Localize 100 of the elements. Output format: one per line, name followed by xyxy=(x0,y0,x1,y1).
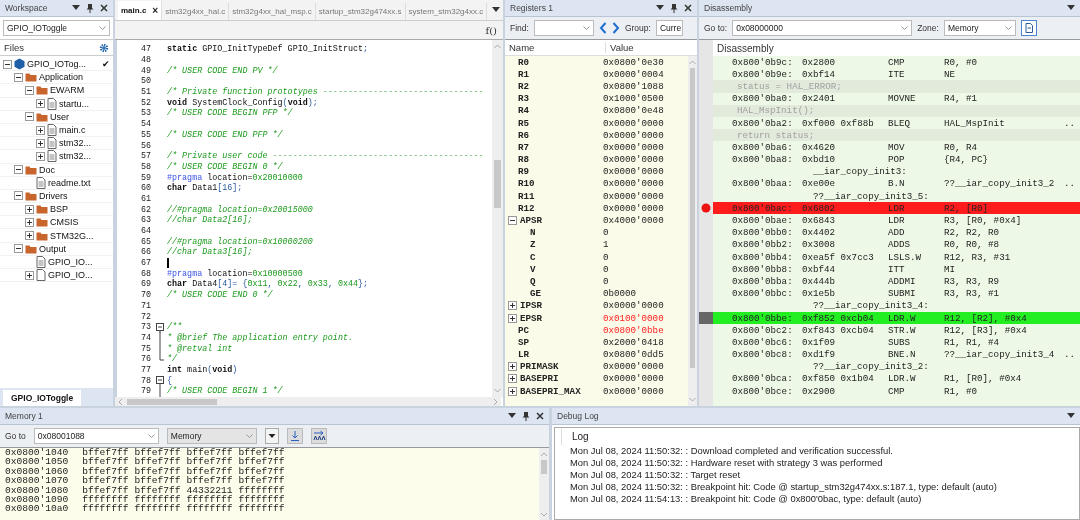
tree-toggle[interactable] xyxy=(36,138,45,148)
tree-toggle[interactable] xyxy=(3,59,12,69)
address-field[interactable]: 0x08000000 xyxy=(732,20,913,36)
tree-toggle[interactable] xyxy=(36,99,45,109)
tree-item[interactable]: BSP xyxy=(50,204,68,215)
tree-item[interactable]: EWARM xyxy=(50,85,85,96)
tree-toggle[interactable] xyxy=(508,301,517,311)
tree-item[interactable]: stm32... xyxy=(59,151,91,162)
page-button[interactable] xyxy=(1020,20,1037,36)
address: 0x800'0bb4: xyxy=(732,251,793,263)
left-chevron-icon[interactable] xyxy=(598,22,607,34)
menu-caret-icon[interactable] xyxy=(72,5,80,11)
tree-toggle[interactable] xyxy=(25,204,34,214)
tree-toggle[interactable] xyxy=(14,165,23,175)
tree-item[interactable]: Application xyxy=(39,72,84,83)
chevron-icon[interactable] xyxy=(901,26,909,30)
tree-toggle[interactable] xyxy=(25,85,34,95)
code-label: __iar_copy_init3: xyxy=(813,166,907,178)
tree-toggle[interactable] xyxy=(508,313,517,323)
mnemonic: LDR xyxy=(888,215,905,227)
editor-tab[interactable]: stm32g4xx_hal_msp.c xyxy=(229,3,316,20)
close-icon[interactable] xyxy=(684,4,692,12)
tree-toggle[interactable] xyxy=(508,362,517,372)
chevron-icon[interactable] xyxy=(147,434,155,438)
editor-tab[interactable]: main.c × xyxy=(118,1,163,20)
code-line: char Data4[4]= {0x11, 0x22, 0x33, 0x44}; xyxy=(167,279,369,290)
find-field[interactable] xyxy=(533,20,594,36)
mnemonic: BNE.N xyxy=(888,349,916,361)
tree-toggle[interactable] xyxy=(36,151,45,161)
function-button[interactable]: f() xyxy=(485,24,497,36)
register-value: 0 xyxy=(603,251,609,263)
tree-item[interactable]: startu... xyxy=(59,98,89,109)
close-icon[interactable] xyxy=(536,412,544,420)
close-icon[interactable] xyxy=(100,4,108,12)
tree-item[interactable]: main.c xyxy=(59,125,86,136)
address: 0x800'0bce: xyxy=(732,385,793,397)
tree-item[interactable]: stm32... xyxy=(59,138,91,149)
right-arrow-button[interactable] xyxy=(310,428,327,444)
editor-tab[interactable]: startup_stm32g474xx.s xyxy=(315,3,406,20)
down-arrow-button[interactable] xyxy=(286,428,303,444)
tree-item[interactable]: Doc xyxy=(39,164,55,175)
tree-toggle[interactable] xyxy=(508,374,517,384)
project-selector[interactable]: GPIO_IOToggle xyxy=(3,20,110,36)
column-header: Name xyxy=(509,42,535,53)
menu-caret-icon[interactable] xyxy=(492,7,500,13)
tree-item[interactable]: CMSIS xyxy=(50,217,79,228)
menu-caret-icon[interactable] xyxy=(1067,5,1075,11)
fold-toggle[interactable] xyxy=(155,321,165,333)
tree-item[interactable]: User xyxy=(50,111,69,122)
group-selector[interactable]: Curre xyxy=(655,20,683,36)
folder-icon xyxy=(25,243,37,254)
register-value: 1 xyxy=(603,239,609,251)
tree-toggle[interactable] xyxy=(14,72,23,82)
tree-item[interactable]: Drivers xyxy=(39,190,68,201)
tree-toggle[interactable] xyxy=(25,231,34,241)
menu-caret-icon[interactable] xyxy=(656,5,664,11)
tree-toggle[interactable] xyxy=(14,191,23,201)
zone-selector[interactable]: Memory xyxy=(166,428,257,444)
tree-toggle[interactable] xyxy=(25,112,34,122)
pin-icon[interactable] xyxy=(86,3,94,13)
breakpoint-icon[interactable] xyxy=(701,203,711,214)
dropdown-button[interactable] xyxy=(264,428,279,444)
right-chevron-icon[interactable] xyxy=(611,22,620,34)
tree-item[interactable]: GPIO_IO... xyxy=(48,270,93,281)
editor-tab[interactable]: stm32g4xx_hal.c xyxy=(162,3,230,20)
zone-selector[interactable]: Memory xyxy=(943,20,1016,36)
code-line: * @retval int xyxy=(167,343,233,354)
pin-icon[interactable] xyxy=(522,411,530,421)
tree-toggle[interactable] xyxy=(25,270,34,280)
tree-toggle[interactable] xyxy=(508,216,517,226)
tree-item[interactable]: STM32G... xyxy=(50,230,94,241)
operands: R1, R1, #4 xyxy=(944,336,1000,348)
fold-toggle[interactable] xyxy=(155,375,165,387)
memory-value: bffef7ff xyxy=(238,448,285,458)
tree-item[interactable]: GPIO_IOTog... xyxy=(27,59,87,70)
machine-code: 0x6802 xyxy=(802,202,836,214)
tree-toggle[interactable] xyxy=(25,217,34,227)
tree-toggle[interactable] xyxy=(36,125,45,135)
tree-item[interactable]: Output xyxy=(39,243,67,254)
pin-icon[interactable] xyxy=(670,3,678,13)
settings-icon[interactable] xyxy=(99,42,109,53)
tree-item[interactable]: GPIO_IO... xyxy=(48,256,93,267)
menu-caret-icon[interactable] xyxy=(1067,413,1075,419)
memory-value: bffef7ff xyxy=(186,466,233,477)
close-button[interactable]: × xyxy=(152,5,159,16)
tree-toggle[interactable] xyxy=(508,386,517,396)
workspace-tab[interactable]: GPIO_IOToggle xyxy=(3,390,82,406)
menu-caret-icon[interactable] xyxy=(508,413,516,419)
register-name: C xyxy=(530,251,536,263)
register-name: R9 xyxy=(518,166,530,178)
register-value: 0x0800'0bbe xyxy=(603,324,664,336)
chevron-icon[interactable] xyxy=(99,26,106,30)
editor-tab[interactable]: system_stm32g4xx.c xyxy=(405,3,488,20)
memory-value: bffef7ff xyxy=(82,485,129,495)
chevron-icon[interactable] xyxy=(582,26,590,30)
memory-value: bffef7ff xyxy=(134,466,181,477)
chevron-icon[interactable] xyxy=(1004,26,1012,30)
tree-item[interactable]: readme.txt xyxy=(48,177,91,188)
tree-toggle[interactable] xyxy=(14,244,23,254)
address-field[interactable]: 0x08001088 xyxy=(33,428,159,444)
